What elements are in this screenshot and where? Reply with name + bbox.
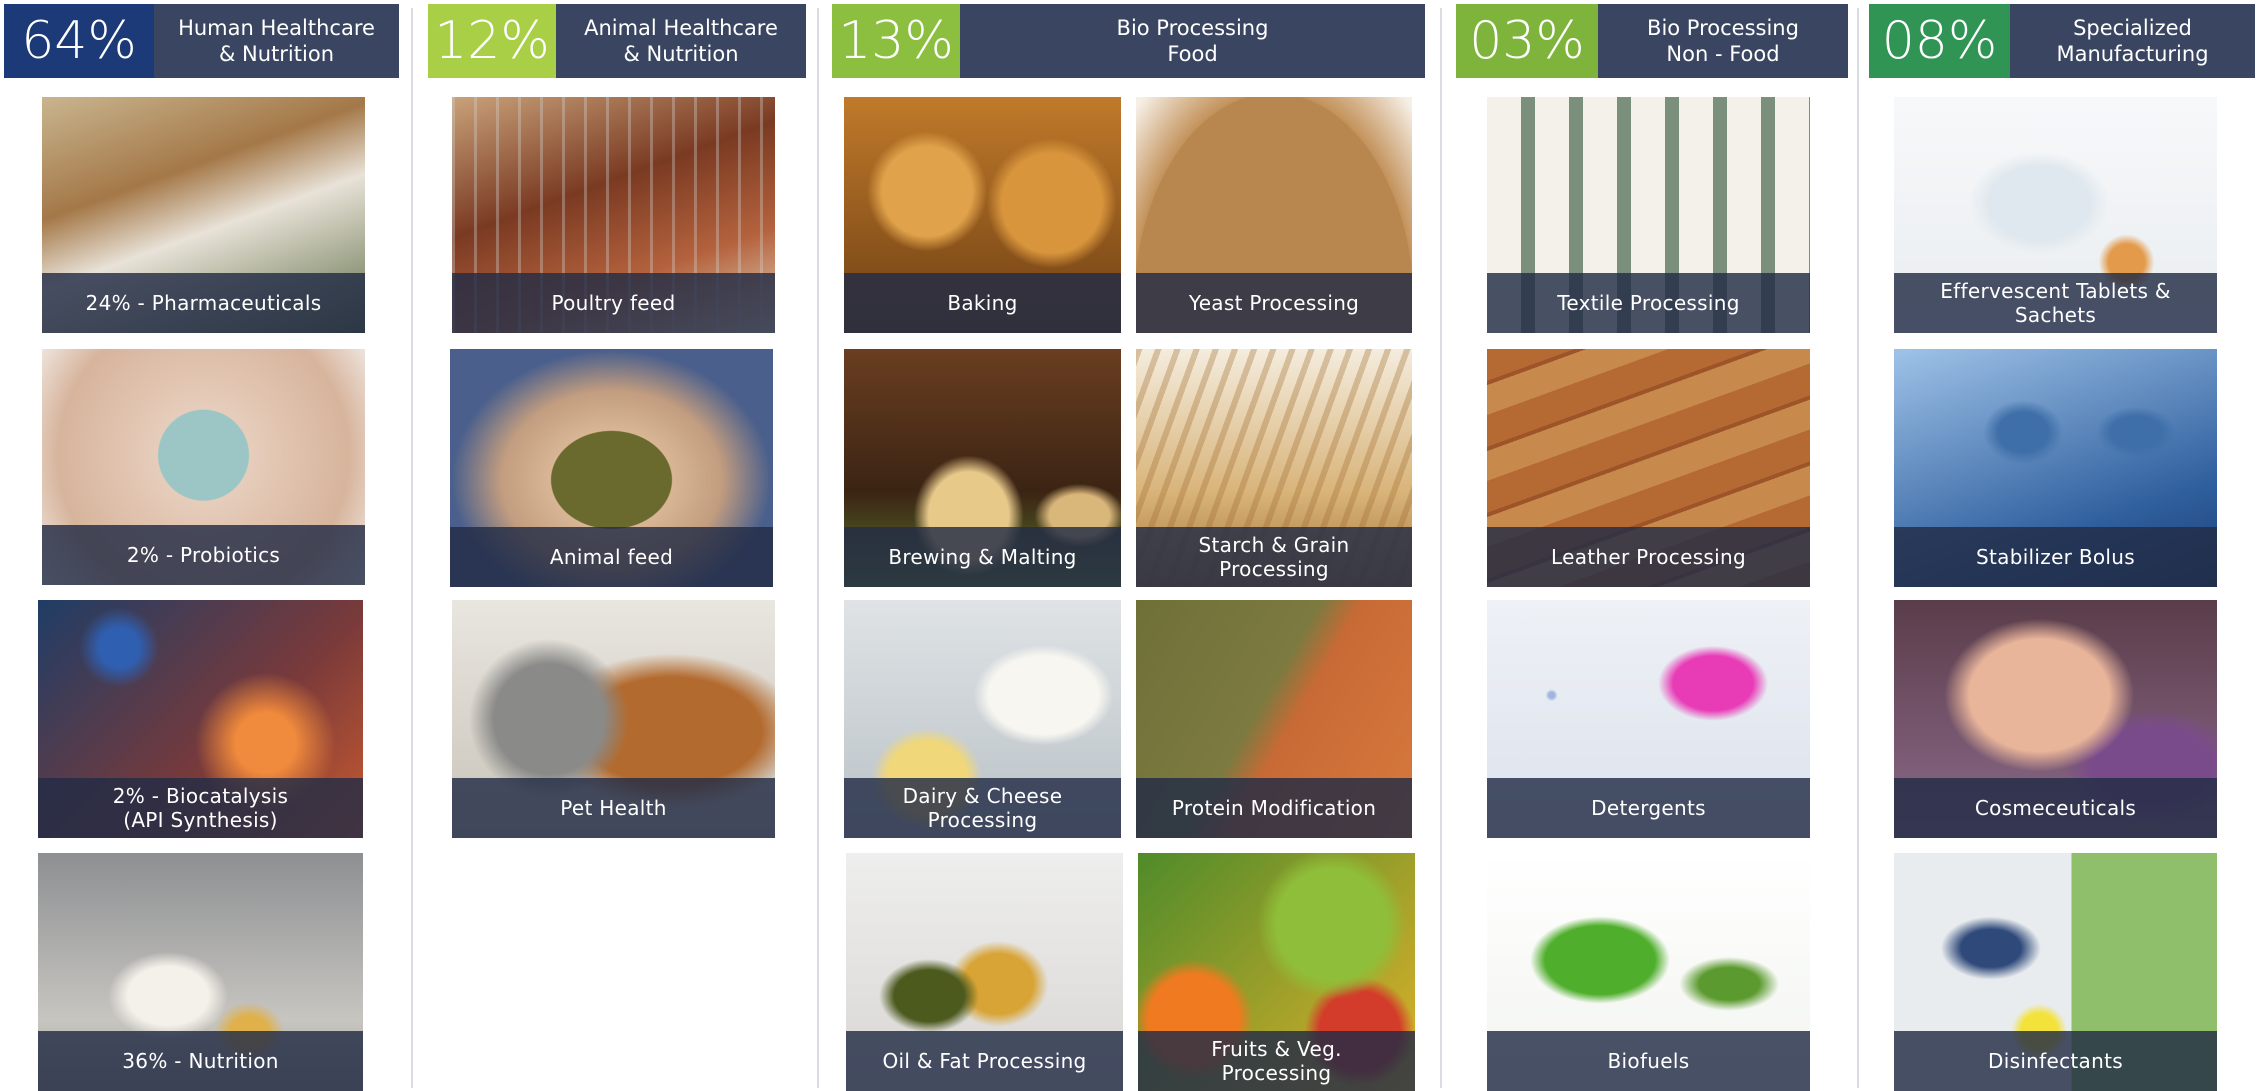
- tile-caption: Animal feed: [450, 527, 773, 587]
- tile-caption: Oil & Fat Processing: [846, 1031, 1123, 1091]
- tile-caption: 2% - Biocatalysis (API Synthesis): [38, 778, 363, 838]
- column-title: Specialized Manufacturing: [2010, 4, 2255, 78]
- tile-caption: Leather Processing: [1487, 527, 1810, 587]
- column-header: 03% Bio Processing Non - Food: [1456, 4, 1848, 78]
- tile-baking[interactable]: Baking: [844, 97, 1121, 333]
- percent-badge: 08%: [1869, 4, 2010, 78]
- tile-biocatalysis[interactable]: 2% - Biocatalysis (API Synthesis): [38, 600, 363, 838]
- tile-probiotics[interactable]: 2% - Probiotics: [42, 349, 365, 585]
- tile-biofuels[interactable]: Biofuels: [1487, 853, 1810, 1091]
- tile-caption: 24% - Pharmaceuticals: [42, 273, 365, 333]
- tile-starch-grain[interactable]: Starch & Grain Processing: [1136, 349, 1412, 587]
- tile-caption: Biofuels: [1487, 1031, 1810, 1091]
- column-header: 12% Animal Healthcare & Nutrition: [428, 4, 806, 78]
- percent-badge: 12%: [428, 4, 556, 78]
- tile-caption: Dairy & Cheese Processing: [844, 778, 1121, 838]
- column-header: 08% Specialized Manufacturing: [1869, 4, 2255, 78]
- tile-textile[interactable]: Textile Processing: [1487, 97, 1810, 333]
- tile-animal-feed[interactable]: Animal feed: [450, 349, 773, 587]
- tile-caption: Brewing & Malting: [844, 527, 1121, 587]
- tile-caption: 2% - Probiotics: [42, 525, 365, 585]
- column-title: Bio Processing Food: [960, 4, 1425, 78]
- tile-cosmeceuticals[interactable]: Cosmeceuticals: [1894, 600, 2217, 838]
- column-divider: [817, 8, 819, 1088]
- tile-caption: Poultry feed: [452, 273, 775, 333]
- tile-brewing-malting[interactable]: Brewing & Malting: [844, 349, 1121, 587]
- tile-caption: Textile Processing: [1487, 273, 1810, 333]
- column-divider: [1857, 8, 1859, 1088]
- tile-fruits-veg[interactable]: Fruits & Veg. Processing: [1138, 853, 1415, 1091]
- tile-caption: Pet Health: [452, 778, 775, 838]
- tile-poultry-feed[interactable]: Poultry feed: [452, 97, 775, 333]
- tile-oil-fat[interactable]: Oil & Fat Processing: [846, 853, 1123, 1091]
- percent-badge: 13%: [832, 4, 960, 78]
- tile-detergents[interactable]: Detergents: [1487, 600, 1810, 838]
- tile-caption: Baking: [844, 273, 1121, 333]
- tile-pharmaceuticals[interactable]: 24% - Pharmaceuticals: [42, 97, 365, 333]
- tile-dairy-cheese[interactable]: Dairy & Cheese Processing: [844, 600, 1121, 838]
- tile-yeast-processing[interactable]: Yeast Processing: [1136, 97, 1412, 333]
- tile-caption: Disinfectants: [1894, 1031, 2217, 1091]
- tile-stabilizer-bolus[interactable]: Stabilizer Bolus: [1894, 349, 2217, 587]
- column-divider: [411, 8, 413, 1088]
- percent-badge: 03%: [1456, 4, 1598, 78]
- tile-pet-health[interactable]: Pet Health: [452, 600, 775, 838]
- tile-protein-modification[interactable]: Protein Modification: [1136, 600, 1412, 838]
- column-title: Animal Healthcare & Nutrition: [556, 4, 806, 78]
- tile-caption: 36% - Nutrition: [38, 1031, 363, 1091]
- tile-caption: Protein Modification: [1136, 778, 1412, 838]
- tile-effervescent[interactable]: Effervescent Tablets & Sachets: [1894, 97, 2217, 333]
- tile-disinfectants[interactable]: Disinfectants: [1894, 853, 2217, 1091]
- percent-badge: 64%: [4, 4, 154, 78]
- tile-caption: Effervescent Tablets & Sachets: [1894, 273, 2217, 333]
- tile-caption: Detergents: [1487, 778, 1810, 838]
- tile-caption: Starch & Grain Processing: [1136, 527, 1412, 587]
- tile-caption: Stabilizer Bolus: [1894, 527, 2217, 587]
- column-title: Bio Processing Non - Food: [1598, 4, 1848, 78]
- tile-caption: Yeast Processing: [1136, 273, 1412, 333]
- tile-nutrition[interactable]: 36% - Nutrition: [38, 853, 363, 1091]
- column-header: 64% Human Healthcare & Nutrition: [4, 4, 399, 78]
- tile-leather[interactable]: Leather Processing: [1487, 349, 1810, 587]
- column-title: Human Healthcare & Nutrition: [154, 4, 399, 78]
- tile-caption: Fruits & Veg. Processing: [1138, 1031, 1415, 1091]
- column-header: 13% Bio Processing Food: [832, 4, 1425, 78]
- tile-caption: Cosmeceuticals: [1894, 778, 2217, 838]
- column-divider: [1440, 8, 1442, 1088]
